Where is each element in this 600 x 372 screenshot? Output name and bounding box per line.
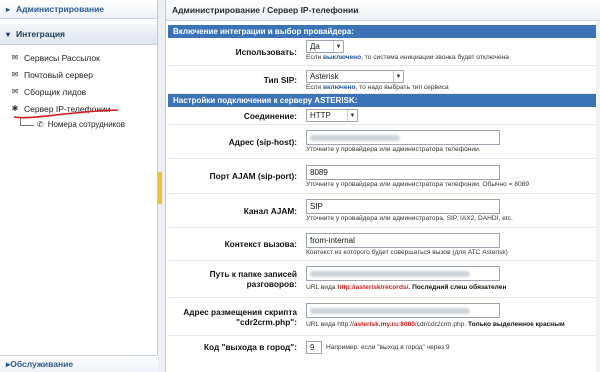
row-records-path: Путь к папке записей разговоров: URL вид…	[168, 261, 598, 298]
sidebar-footer-label: Обслуживание	[10, 359, 74, 369]
sidebar-item-label: Сервисы Рассылок	[24, 52, 100, 63]
records-path-hint: URL вида http://asterisk/records/. После…	[306, 283, 598, 292]
sip-port-hint: Уточните у провайдера или администратора…	[306, 181, 529, 188]
hint-keyword: включено	[322, 84, 356, 91]
sip-type-label: Тип SIP:	[263, 74, 297, 85]
row-sip-port: Порт AJAM (sip-port): 8089 Уточните у пр…	[168, 159, 598, 194]
sip-type-select[interactable]: Asterisk ▼	[306, 70, 404, 83]
use-label: Использовать:	[235, 46, 297, 57]
use-select[interactable]: Да ▼	[306, 40, 344, 53]
chevron-down-icon: ▼	[347, 110, 357, 121]
redacted-value	[310, 134, 400, 141]
row-script-url: Адрес размещения скрипта "cdr2crm.php": …	[168, 298, 598, 336]
context-input[interactable]: from-internal	[306, 233, 500, 248]
row-city-code: Код "выхода в город": 9 Например: если "…	[168, 336, 598, 358]
hint-keyword: http://asterisk/records/	[337, 284, 409, 291]
sip-host-input[interactable]	[306, 130, 500, 145]
sidebar-admin-title: Администрирование	[16, 4, 105, 14]
script-url-hint: URL вида http://asterisk.my.ru:8080/cdr/…	[306, 320, 598, 329]
sidebar-integration-header[interactable]: ▾ Интеграция	[0, 24, 157, 45]
sip-host-hint: Уточните у провайдера или администратора…	[306, 146, 481, 153]
use-hint: Если выключено, то система инициации зво…	[306, 53, 598, 62]
context-hint: Контекст из которого будет совершаться в…	[306, 249, 508, 256]
hint-text: URL вида http://	[306, 321, 354, 328]
hint-text: /cdr/cdr2crm.php.	[414, 321, 469, 328]
envelope-icon: ✉	[11, 70, 19, 79]
sidebar-integration-title: Интеграция	[16, 29, 66, 39]
chevron-down-icon: ▾	[6, 29, 11, 39]
hint-text: URL вида	[306, 284, 338, 291]
chevron-down-icon: ▼	[393, 71, 403, 82]
row-channel: Канал AJAM: SIP Уточните у провайдера ил…	[168, 194, 598, 228]
splitter-grip[interactable]	[158, 172, 162, 204]
scrollbar[interactable]	[596, 21, 600, 372]
script-url-label: Адрес размещения скрипта "cdr2crm.php":	[183, 306, 297, 327]
row-connection: Соединение: HTTP ▼	[168, 107, 598, 125]
sidebar-admin-header[interactable]: ▸ Администрирование	[0, 0, 157, 19]
redacted-value	[310, 307, 470, 314]
channel-hint: Уточните у провайдера или администратора…	[306, 215, 513, 222]
sip-port-input[interactable]: 8089	[306, 165, 500, 180]
row-sip-type: Тип SIP: Asterisk ▼ Если включено, то на…	[168, 66, 598, 94]
city-code-input[interactable]: 9	[306, 340, 322, 354]
sip-host-label: Адрес (sip-host):	[228, 136, 297, 147]
city-code-label: Код "выхода в город":	[203, 342, 297, 352]
sidebar-item-label: Сборщик лидов	[24, 86, 87, 97]
context-label: Контекст вызова:	[224, 239, 297, 249]
main-panel: Администрирование / Сервер IP-телефонии …	[166, 0, 600, 372]
sidebar-item-label: Почтовый сервер	[24, 69, 93, 80]
records-path-input[interactable]	[306, 266, 500, 281]
sidebar-item-lead-collector[interactable]: ✉ Сборщик лидов	[0, 83, 157, 100]
sip-type-select-value: Asterisk	[310, 72, 339, 81]
hint-text: , то система инициации звонка будет откл…	[361, 54, 509, 61]
sidebar-item-mail-server[interactable]: ✉ Почтовый сервер	[0, 66, 157, 83]
records-path-label: Путь к папке записей разговоров:	[209, 269, 297, 289]
city-code-hint: Например: если "выход в город" через 9	[326, 343, 450, 351]
settings-form: Включение интеграции и выбор провайдера:…	[168, 25, 598, 358]
row-context: Контекст вызова: from-internal Контекст …	[168, 228, 598, 261]
red-underline-annotation	[13, 109, 119, 119]
sidebar-service-footer[interactable]: ▸ Обслуживание	[0, 355, 158, 372]
sip-port-label: Порт AJAM (sip-port):	[209, 171, 297, 181]
breadcrumb: Администрирование / Сервер IP-телефонии	[166, 0, 600, 21]
connection-select[interactable]: HTTP ▼	[306, 109, 358, 122]
script-url-input[interactable]	[306, 303, 500, 318]
hint-keyword: выключено	[322, 54, 362, 61]
hint-keyword: asterisk.my.ru:8080	[353, 321, 415, 328]
hint-text: . Последний слеш обязателен	[408, 284, 507, 291]
phone-icon: ✆	[37, 120, 44, 129]
channel-label: Канал AJAM:	[243, 205, 297, 216]
hint-text: Только выделенное красным	[468, 321, 565, 328]
sip-type-hint: Если включено, то надо выбрать тип серви…	[306, 83, 598, 92]
section-asterisk-header: Настройки подключения к серверу ASTERISK…	[168, 94, 598, 107]
envelope-icon: ✉	[11, 87, 19, 96]
sidebar: ▸ Администрирование ▾ Интеграция ✉ Серви…	[0, 0, 158, 372]
use-select-value: Да	[310, 42, 320, 51]
envelope-icon: ✉	[11, 53, 19, 62]
connection-label: Соединение:	[243, 110, 297, 121]
row-sip-host: Адрес (sip-host): Уточните у провайдера …	[168, 125, 598, 159]
hint-text: Если	[306, 54, 323, 61]
channel-input[interactable]: SIP	[306, 199, 500, 214]
hint-text: Если	[306, 84, 323, 91]
section-integration-header: Включение интеграции и выбор провайдера:	[168, 25, 598, 38]
row-use: Использовать: Да ▼ Если выключено, то си…	[168, 38, 598, 66]
sidebar-item-mailing[interactable]: ✉ Сервисы Рассылок	[0, 49, 157, 66]
connection-select-value: HTTP	[310, 111, 331, 120]
redacted-value	[310, 270, 470, 277]
chevron-down-icon: ▼	[333, 41, 343, 52]
chevron-right-icon: ▸	[6, 4, 11, 14]
hint-text: , то надо выбрать тип сервиса	[355, 84, 449, 91]
sidebar-subitem-label: Номера сотрудников	[47, 120, 125, 129]
